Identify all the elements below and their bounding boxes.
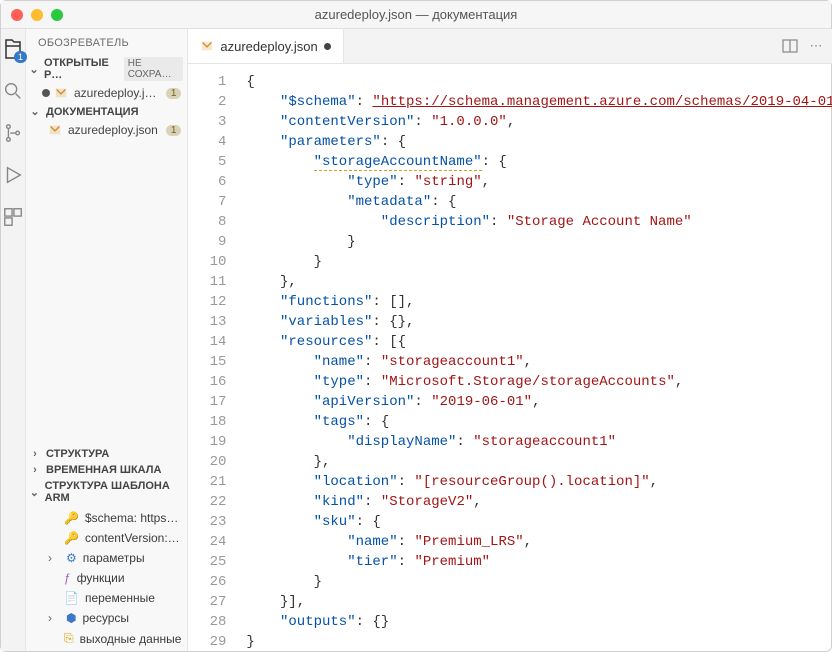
folder-label: ДОКУМЕНТАЦИЯ bbox=[46, 106, 139, 118]
tab-azuredeploy[interactable]: azuredeploy.json bbox=[188, 29, 343, 63]
sidebar-title: ОБОЗРЕВАТЕЛЬ bbox=[26, 29, 187, 55]
search-icon[interactable] bbox=[1, 79, 25, 103]
code-editor[interactable]: 1234567891011121314151617181920212223242… bbox=[188, 64, 832, 651]
arm-file-icon bbox=[54, 86, 68, 100]
output-icon: ⎘ bbox=[64, 631, 74, 646]
more-icon[interactable]: ⋯ bbox=[810, 38, 823, 54]
arm-item-resources[interactable]: › ⬢ ресурсы bbox=[26, 608, 187, 628]
titlebar: azuredeploy.json — документация bbox=[1, 1, 831, 29]
modified-dot-icon bbox=[42, 89, 50, 97]
folder-file-count: 1 bbox=[166, 125, 182, 136]
open-editors-section[interactable]: ⌄ ОТКРЫТЫЕ Р… НЕ СОХРА… bbox=[26, 55, 187, 83]
extensions-icon[interactable] bbox=[1, 205, 25, 229]
chevron-right-icon: › bbox=[48, 551, 60, 565]
split-editor-icon[interactable] bbox=[782, 38, 798, 54]
key-icon: 🔑 bbox=[64, 511, 79, 525]
chevron-right-icon: › bbox=[48, 611, 60, 625]
open-editor-filename: azuredeploy.j… bbox=[74, 86, 157, 100]
arm-label: СТРУКТУРА ШАБЛОНА ARM bbox=[45, 480, 184, 504]
folder-section[interactable]: ⌄ ДОКУМЕНТАЦИЯ bbox=[26, 103, 187, 120]
timeline-section[interactable]: › ВРЕМЕННАЯ ШКАЛА bbox=[26, 462, 187, 478]
timeline-label: ВРЕМЕННАЯ ШКАЛА bbox=[46, 464, 161, 476]
explorer-icon[interactable]: 1 bbox=[1, 37, 25, 61]
arm-item-contentversion[interactable]: 🔑 contentVersion:… bbox=[26, 528, 187, 548]
chevron-down-icon: ⌄ bbox=[28, 486, 41, 499]
open-editor-file[interactable]: azuredeploy.j… 1 bbox=[26, 83, 187, 103]
explorer-sidebar: ОБОЗРЕВАТЕЛЬ ⌄ ОТКРЫТЫЕ Р… НЕ СОХРА… azu… bbox=[26, 29, 188, 651]
arm-item-outputs[interactable]: ⎘ выходные данные bbox=[26, 628, 187, 649]
activity-bar: 1 bbox=[1, 29, 26, 651]
source-control-icon[interactable] bbox=[1, 121, 25, 145]
function-icon: ƒ bbox=[64, 571, 71, 585]
run-debug-icon[interactable] bbox=[1, 163, 25, 187]
arm-item-functions[interactable]: ƒ функции bbox=[26, 568, 187, 588]
open-editors-label: ОТКРЫТЫЕ Р… bbox=[44, 57, 118, 81]
line-numbers: 1234567891011121314151617181920212223242… bbox=[188, 64, 238, 651]
tab-filename: azuredeploy.json bbox=[220, 39, 317, 54]
window-title: azuredeploy.json — документация bbox=[1, 7, 831, 22]
cube-icon: ⬢ bbox=[66, 611, 76, 625]
chevron-right-icon: › bbox=[28, 448, 42, 460]
arm-item-schema[interactable]: 🔑 $schema: https… bbox=[26, 508, 187, 528]
folder-filename: azuredeploy.json bbox=[68, 123, 158, 137]
arm-item-variables[interactable]: 📄 переменные bbox=[26, 588, 187, 608]
open-editor-count: 1 bbox=[166, 88, 182, 99]
arm-item-parameters[interactable]: › ⚙ параметры bbox=[26, 548, 187, 568]
gear-icon: ⚙ bbox=[66, 551, 77, 565]
chevron-down-icon: ⌄ bbox=[28, 63, 40, 76]
chevron-down-icon: ⌄ bbox=[28, 105, 42, 118]
chevron-right-icon: › bbox=[28, 464, 42, 476]
arm-file-icon bbox=[48, 123, 62, 137]
unsaved-tag: НЕ СОХРА… bbox=[124, 57, 184, 81]
code-lines[interactable]: { "$schema": "https://schema.management.… bbox=[238, 64, 832, 651]
structure-label: СТРУКТУРА bbox=[46, 448, 109, 460]
arm-section[interactable]: ⌄ СТРУКТУРА ШАБЛОНА ARM bbox=[26, 478, 187, 506]
tab-bar: azuredeploy.json ⋯ bbox=[188, 29, 832, 64]
structure-section[interactable]: › СТРУКТУРА bbox=[26, 446, 187, 462]
variable-icon: 📄 bbox=[64, 591, 79, 605]
editor-area: azuredeploy.json ⋯ 123456789101112131415… bbox=[188, 29, 832, 651]
folder-file[interactable]: azuredeploy.json 1 bbox=[26, 120, 187, 140]
explorer-badge: 1 bbox=[14, 51, 27, 63]
modified-dot-icon bbox=[324, 43, 331, 50]
key-icon: 🔑 bbox=[64, 531, 79, 545]
arm-file-icon bbox=[200, 39, 214, 53]
